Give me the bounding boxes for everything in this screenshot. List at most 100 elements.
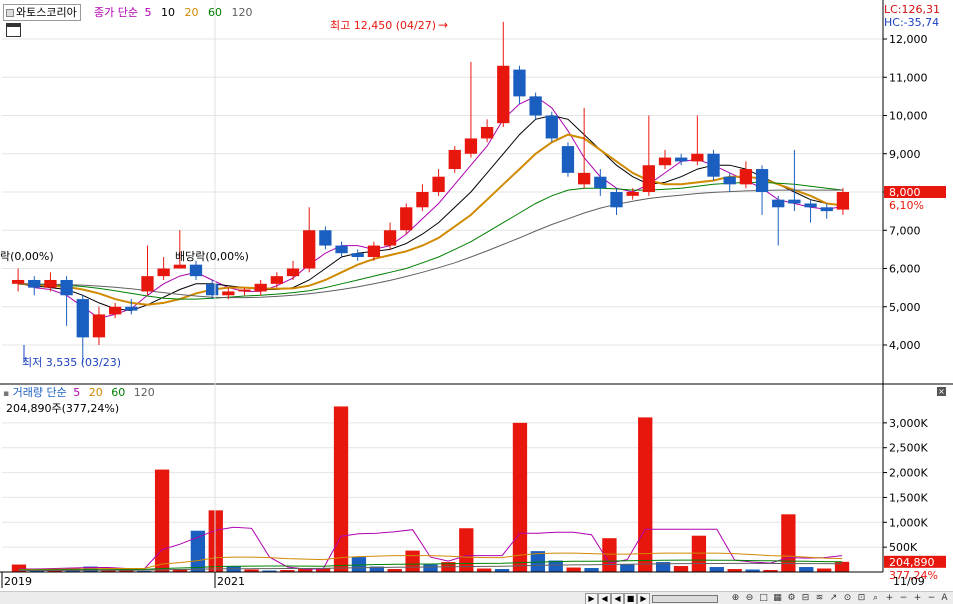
price-tick-label: 5,000 (889, 301, 921, 314)
candle-body (561, 146, 575, 173)
candle-body (351, 253, 364, 258)
chart-annotations: 8,0006,10% 최고 12,450 (04/27) → 최저 3,535 (03… (0, 18, 946, 588)
scroll-thumb[interactable] (652, 595, 718, 603)
line-icon[interactable]: ↗ (828, 593, 839, 603)
volume-legend-title: 거래량 단순 (12, 386, 67, 399)
stock-selector-icon (6, 9, 14, 17)
volume-bar (709, 567, 724, 572)
volume-bar (477, 568, 492, 572)
price-ma-legend-60: 60 (207, 6, 222, 19)
candle-body (480, 126, 494, 139)
volume-bar (154, 469, 170, 572)
settings-icon[interactable]: ⚙ (786, 593, 797, 603)
candle-body (28, 279, 41, 288)
candle-body (383, 230, 397, 246)
price-ma-legend-120: 120 (231, 6, 253, 19)
candle-body (529, 96, 542, 116)
candle-body (626, 192, 639, 196)
volume-legend[interactable]: ▪ 거래량 단순 5 20 60 120 (3, 386, 155, 401)
candle-body (788, 199, 801, 204)
fit-icon[interactable]: ⊡ (856, 593, 867, 603)
candle-body (836, 192, 850, 210)
candle-body (723, 176, 736, 185)
compare-icon[interactable]: ⊟ (800, 593, 811, 603)
candle-body (44, 279, 57, 288)
window-icon[interactable]: □ (758, 593, 769, 603)
stop-button[interactable]: ■ (624, 593, 637, 604)
candle-body (108, 306, 122, 315)
candle-body (367, 245, 381, 258)
candle-body (270, 276, 284, 284)
zoom-in-icon[interactable]: ⊕ (730, 593, 741, 603)
price-ma-legend[interactable]: 종가 단순 5 10 20 60 120 (94, 5, 258, 20)
stock-name: 와토스코리아 (16, 6, 77, 19)
volume-tick-label: 3,000K (889, 417, 928, 430)
target-icon[interactable]: ⊙ (842, 593, 853, 603)
candle-body (416, 192, 429, 208)
search-icon[interactable]: ⌕ (870, 593, 881, 603)
candle-body (707, 153, 720, 177)
current-change-label: 6,10% (889, 199, 924, 212)
candle-body (125, 306, 138, 311)
candle-body (189, 264, 203, 277)
candle-body (448, 149, 461, 170)
lc-hc-box: LC:126,31 HC:-35,74 (884, 3, 940, 29)
volume-ma-legend-60: 60 (111, 386, 126, 399)
candle-body (658, 157, 672, 166)
candle-body (464, 138, 478, 154)
trend-icon[interactable]: ≋ (814, 593, 825, 603)
grid-icon[interactable]: ▦ (772, 593, 783, 603)
volume-ma-legend-5: 5 (73, 386, 81, 399)
minus-icon[interactable]: − (898, 593, 909, 603)
plus-icon[interactable]: + (884, 593, 895, 603)
volume-info: 204,890주(377,24%) (6, 402, 120, 415)
chart-window: 4,000 5,000 6,000 7,000 8,000 9,000 10,000 11,0… (0, 0, 953, 604)
candle-body (513, 69, 526, 97)
candle-body (222, 291, 235, 296)
scroll-back-button[interactable]: ◀ (598, 593, 611, 604)
candle-body (286, 268, 300, 277)
volume-ma-legend-20: 20 (88, 386, 103, 399)
dividend-left-annotation: 락(0,00%) (0, 250, 54, 263)
close-panel-icon[interactable]: × (937, 387, 946, 396)
price-ma-legend-5: 5 (144, 6, 152, 19)
remove-icon[interactable]: − (926, 593, 937, 603)
scroll-next-button[interactable]: ▶ (637, 593, 650, 604)
font-size-icon[interactable]: A (939, 593, 950, 603)
candle-body (303, 230, 316, 269)
volume-ma-5-line (18, 526, 843, 570)
candle-body (497, 65, 510, 124)
candle-body (238, 289, 251, 292)
volume-bar (405, 550, 420, 572)
candle-body (141, 276, 154, 292)
candle-body (610, 192, 623, 208)
candle-body (772, 199, 785, 208)
high-annotation: 최고 12,450 (04/27) (330, 19, 436, 32)
x-label-2019: 2019 (4, 575, 32, 588)
candle-body (319, 230, 332, 246)
volume-bar (333, 406, 349, 572)
dividend-mid-annotation: 배당락(0,00%) (175, 250, 249, 263)
volume-bar (817, 568, 832, 572)
stock-selector[interactable]: 와토스코리아 (3, 4, 81, 21)
price-tick-label: 10,000 (889, 110, 928, 123)
candle-body (804, 203, 817, 208)
volume-bar (548, 560, 563, 572)
candle-body (545, 115, 558, 139)
add-icon[interactable]: + (912, 593, 923, 603)
price-ma-legend-10: 10 (160, 6, 175, 19)
scroll-first-button[interactable]: ▶ (585, 593, 598, 604)
volume-axis: 500K 1,000K 1,500K 2,000K 2,500K 3,000K (883, 417, 928, 554)
candle-body (206, 283, 219, 296)
current-volume-label: 204,890 (889, 556, 935, 569)
volume-bar (512, 422, 528, 572)
scroll-prev-button[interactable]: ◀ (611, 593, 624, 604)
volume-bar (423, 564, 438, 572)
candle-body (157, 268, 170, 277)
calendar-icon[interactable] (6, 23, 21, 37)
volume-tick-label: 1,500K (889, 491, 928, 504)
volume-bar (673, 566, 689, 572)
candle-body (432, 176, 445, 192)
zoom-out-icon[interactable]: ⊖ (744, 593, 755, 603)
volume-bar (459, 528, 474, 572)
